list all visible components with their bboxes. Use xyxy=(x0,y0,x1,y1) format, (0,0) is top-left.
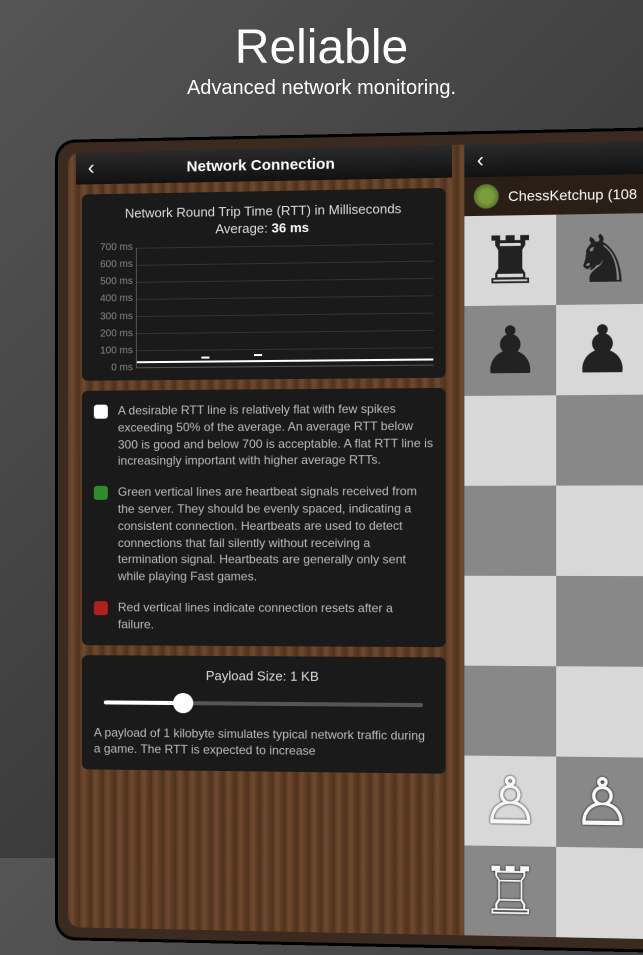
hero-subtitle: Advanced network monitoring. xyxy=(0,77,643,100)
panel-navbar: ‹ Network Connection xyxy=(76,145,452,185)
hero-title: Reliable xyxy=(0,20,643,75)
marketing-hero: Reliable Advanced network monitoring. xyxy=(0,0,643,110)
game-navbar: ‹ xyxy=(464,139,643,178)
ytick: 0 ms xyxy=(91,362,133,373)
payload-slider[interactable] xyxy=(104,692,423,715)
pawn-icon[interactable]: ♟ xyxy=(572,311,632,389)
rook-icon[interactable]: ♖ xyxy=(480,852,540,930)
panel-title: Network Connection xyxy=(85,153,440,177)
pawn-icon[interactable]: ♙ xyxy=(480,762,540,840)
rook-icon[interactable]: ♜ xyxy=(480,222,540,300)
payload-desc: A payload of 1 kilobyte simulates typica… xyxy=(94,724,433,762)
swatch-white-icon xyxy=(94,405,108,419)
player-bar: ChessKetchup (108 xyxy=(464,171,643,216)
wood-background: ‹ Network Connection Network Round Trip … xyxy=(68,139,643,942)
rtt-chart: 700 ms 600 ms 500 ms 400 ms 300 ms 200 m… xyxy=(136,243,433,368)
device-frame: ‹ Network Connection Network Round Trip … xyxy=(55,125,643,955)
rtt-y-axis: 700 ms 600 ms 500 ms 400 ms 300 ms 200 m… xyxy=(91,242,133,374)
network-panel: ‹ Network Connection Network Round Trip … xyxy=(76,145,452,784)
rtt-avg-value: 36 ms xyxy=(272,220,310,236)
ytick: 300 ms xyxy=(91,311,133,323)
legend-red: Red vertical lines indicate connection r… xyxy=(94,599,433,634)
slider-fill xyxy=(104,700,183,705)
chess-board[interactable]: ♜ ♞ ♟ ♟ ♙ ♙ ♖ xyxy=(464,211,643,942)
knight-icon[interactable]: ♞ xyxy=(572,220,632,298)
rtt-card: Network Round Trip Time (RTT) in Millise… xyxy=(82,188,446,381)
legend-green: Green vertical lines are heartbeat signa… xyxy=(94,483,433,586)
rtt-avg-prefix: Average: xyxy=(215,220,268,236)
ytick: 500 ms xyxy=(91,276,133,288)
legend-card: A desirable RTT line is relatively flat … xyxy=(82,388,446,647)
ytick: 600 ms xyxy=(91,259,133,271)
ytick: 100 ms xyxy=(91,345,133,356)
swatch-red-icon xyxy=(94,601,108,615)
pawn-icon[interactable]: ♙ xyxy=(572,763,632,841)
game-back-button[interactable]: ‹ xyxy=(477,149,484,173)
rtt-line xyxy=(137,358,433,363)
legend-green-text: Green vertical lines are heartbeat signa… xyxy=(118,483,433,586)
payload-card: Payload Size: 1 KB A payload of 1 kiloby… xyxy=(82,655,446,774)
ytick: 700 ms xyxy=(91,242,133,254)
legend-red-text: Red vertical lines indicate connection r… xyxy=(118,599,433,634)
rtt-average-label: Average: 36 ms xyxy=(94,218,433,239)
swatch-green-icon xyxy=(94,486,108,500)
ytick: 200 ms xyxy=(91,328,133,339)
avatar xyxy=(473,183,500,210)
slider-thumb[interactable] xyxy=(173,692,193,712)
game-panel: ‹ ChessKetchup (108 ♜ ♞ ♟ ♟ xyxy=(464,139,643,942)
legend-white-text: A desirable RTT line is relatively flat … xyxy=(118,400,433,470)
pawn-icon[interactable]: ♟ xyxy=(480,312,540,389)
payload-title: Payload Size: 1 KB xyxy=(94,667,433,685)
ytick: 400 ms xyxy=(91,293,133,305)
player-name: ChessKetchup (108 xyxy=(508,185,637,204)
legend-white: A desirable RTT line is relatively flat … xyxy=(94,400,433,470)
